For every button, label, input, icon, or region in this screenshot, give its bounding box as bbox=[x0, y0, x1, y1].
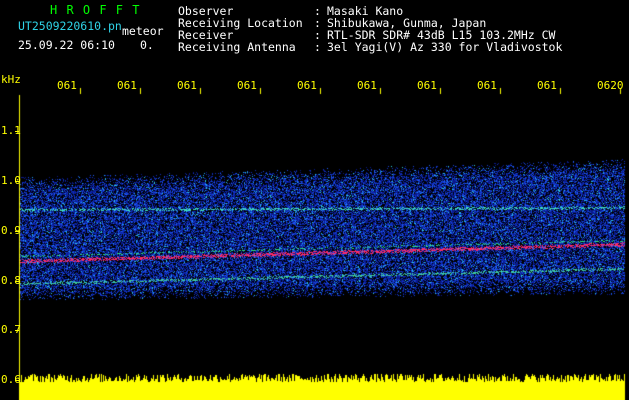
time-tick-label: 061 bbox=[177, 79, 197, 92]
brand-title: H R O F F T bbox=[50, 3, 141, 17]
time-tick-label: 061 bbox=[537, 79, 557, 92]
antenna-value: 3el Yagi(V) Az 330 for Vladivostok bbox=[327, 40, 563, 54]
freq-tick bbox=[15, 131, 19, 132]
separator: : bbox=[314, 40, 321, 54]
time-tick-label: 061 bbox=[57, 79, 77, 92]
freq-tick bbox=[15, 181, 19, 182]
time-tick-label: 061 bbox=[357, 79, 377, 92]
time-tick-label: 061 bbox=[237, 79, 257, 92]
antenna-label: Receiving Antenna bbox=[178, 40, 296, 54]
time-tick-label: 061 bbox=[297, 79, 317, 92]
time-tick-label: 061 bbox=[117, 79, 137, 92]
freq-tick bbox=[15, 231, 19, 232]
mode-label: meteor bbox=[122, 24, 164, 38]
freq-tick bbox=[15, 380, 19, 381]
freq-tick bbox=[15, 330, 19, 331]
freq-tick bbox=[15, 281, 19, 282]
time-tick-label: 061 bbox=[477, 79, 497, 92]
count-label: 0. bbox=[140, 38, 154, 52]
freq-unit-label: kHz bbox=[1, 73, 21, 86]
time-tick-label: 0620 bbox=[597, 79, 624, 92]
spectrogram-display bbox=[0, 0, 629, 400]
time-tick-label: 061 bbox=[417, 79, 437, 92]
datetime-label: 25.09.22 06:10 bbox=[18, 38, 115, 52]
filename-label: UT2509220610.pn bbox=[18, 19, 122, 33]
